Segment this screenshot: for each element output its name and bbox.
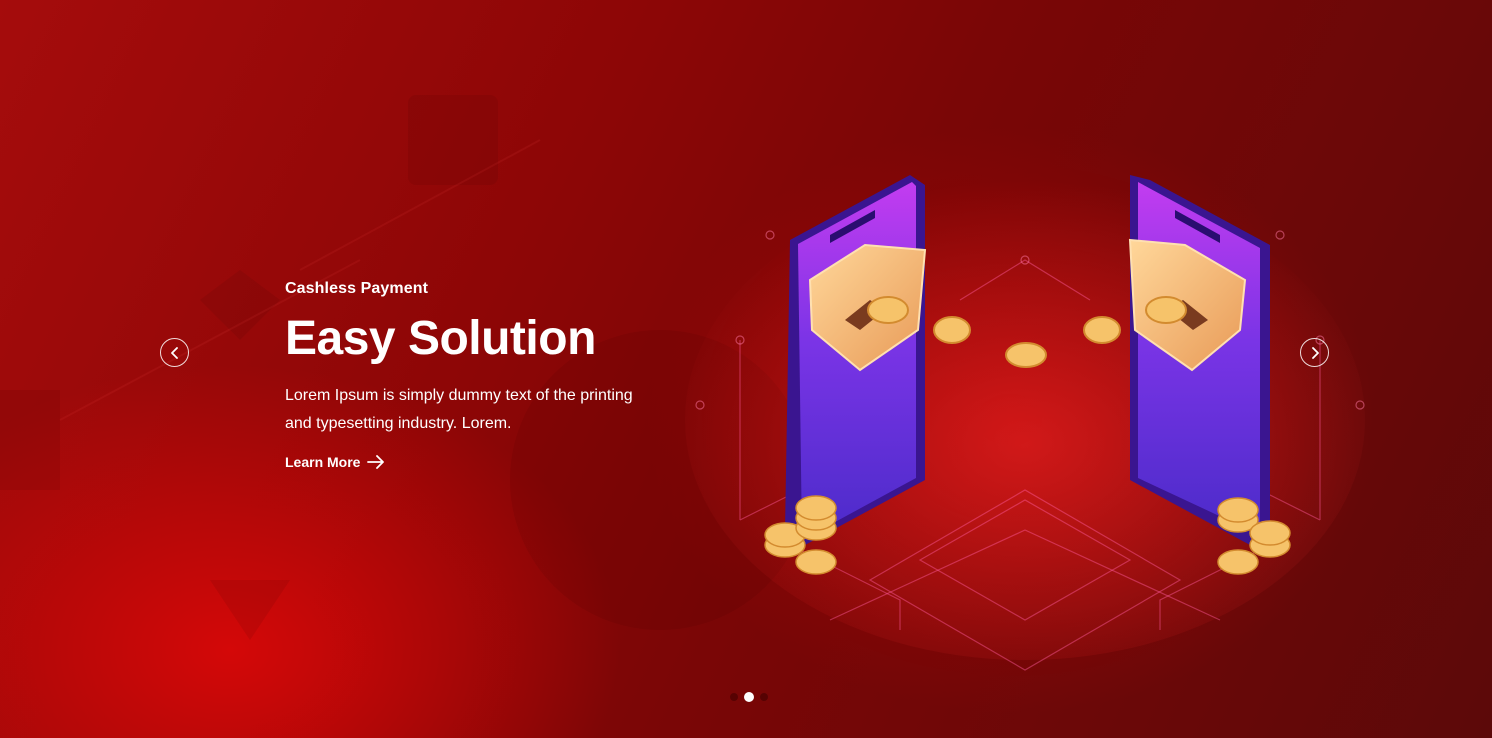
pagination-dot-1[interactable]	[730, 693, 738, 701]
payment-illustration	[685, 175, 1365, 671]
arrow-right-icon	[367, 455, 385, 469]
slide-description: Lorem Ipsum is simply dummy text of the …	[285, 387, 633, 432]
learn-more-link[interactable]: Learn More	[285, 454, 385, 470]
slide-title: Easy Solution	[285, 312, 596, 365]
chevron-right-icon	[1311, 346, 1319, 359]
learn-more-label: Learn More	[285, 454, 361, 470]
previous-slide-button[interactable]	[160, 338, 189, 367]
pagination-dot-2[interactable]	[744, 692, 754, 702]
hero-slider: Cashless Payment Easy Solution Lorem Ips…	[0, 0, 1492, 738]
pagination-dot-3[interactable]	[760, 693, 768, 701]
slide-content: Cashless Payment Easy Solution Lorem Ips…	[285, 280, 645, 472]
chevron-left-icon	[170, 346, 178, 359]
next-slide-button[interactable]	[1300, 338, 1329, 367]
slide-eyebrow: Cashless Payment	[285, 280, 429, 297]
slider-pagination	[730, 692, 768, 702]
